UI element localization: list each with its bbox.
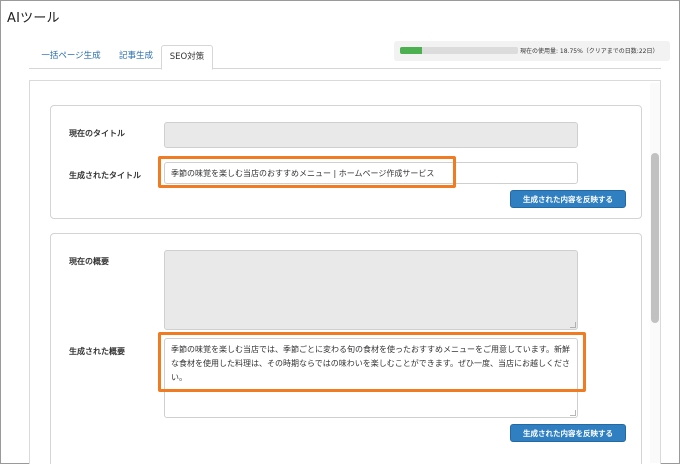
usage-indicator: 現在の使用量: 18.75%（クリアまでの日数:22日） xyxy=(394,41,670,61)
app-title: AIツール xyxy=(7,11,60,26)
generated-title-label: 生成されたタイトル xyxy=(69,171,141,180)
summary-card: 現在の概要 生成された概要 季節の味覚を楽しむ当店では、季節ごとに変わる旬の食材… xyxy=(50,233,642,464)
generated-summary-field[interactable]: 季節の味覚を楽しむ当店では、季節ごとに変わる旬の食材を使ったおすすめメニューをご… xyxy=(164,338,578,418)
current-title-label: 現在のタイトル xyxy=(69,129,125,138)
tab-bulk-page-generation[interactable]: 一括ページ生成 xyxy=(33,45,109,69)
current-summary-field[interactable] xyxy=(164,250,578,330)
apply-summary-button[interactable]: 生成された内容を反映する xyxy=(510,424,626,442)
usage-progress-fill xyxy=(400,47,423,54)
scrollbar-track[interactable] xyxy=(650,83,660,463)
seo-panel: 現在のタイトル 生成されたタイトル 季節の味覚を楽しむ当店のおすすめメニュー |… xyxy=(29,80,661,464)
usage-progress-bar xyxy=(400,47,518,54)
tab-article-generation[interactable]: 記事生成 xyxy=(111,45,161,69)
generated-summary-value: 季節の味覚を楽しむ当店では、季節ごとに変わる旬の食材を使ったおすすめメニューをご… xyxy=(171,345,570,382)
scrollbar-thumb[interactable] xyxy=(651,153,659,323)
current-title-field[interactable] xyxy=(164,122,578,148)
app-window: AIツール 一括ページ生成 記事生成 SEO対策 現在の使用量: 18.75%（… xyxy=(0,0,680,464)
generated-title-field[interactable]: 季節の味覚を楽しむ当店のおすすめメニュー | ホームページ作成サービス xyxy=(164,162,578,184)
resize-grip-icon[interactable] xyxy=(570,410,576,416)
current-summary-label: 現在の概要 xyxy=(69,257,109,266)
tab-seo[interactable]: SEO対策 xyxy=(161,45,213,70)
usage-text: 現在の使用量: 18.75%（クリアまでの日数:22日） xyxy=(520,48,659,55)
generated-summary-label: 生成された概要 xyxy=(69,347,125,356)
title-card: 現在のタイトル 生成されたタイトル 季節の味覚を楽しむ当店のおすすめメニュー |… xyxy=(50,105,642,219)
apply-title-button[interactable]: 生成された内容を反映する xyxy=(510,190,626,208)
resize-grip-icon[interactable] xyxy=(570,322,576,328)
